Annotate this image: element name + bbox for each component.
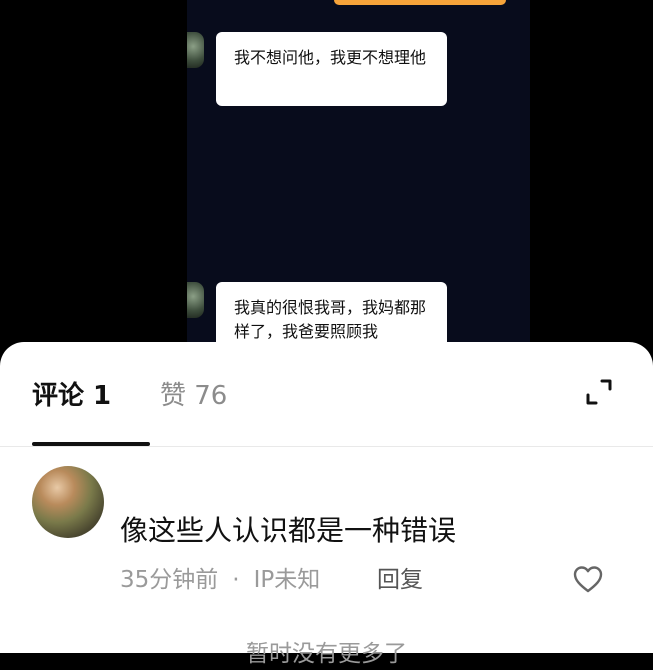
tab-comments[interactable]: 评论 1 bbox=[32, 378, 111, 414]
heart-icon[interactable] bbox=[572, 564, 604, 594]
chat-bubble-orange bbox=[334, 0, 506, 5]
chat-screenshot: 我不想问他，我更不想理他 我真的很恨我哥，我妈都那样了，我爸要照顾我 bbox=[187, 0, 530, 360]
chat-avatar bbox=[187, 282, 204, 318]
video-player[interactable]: 我不想问他，我更不想理他 我真的很恨我哥，我妈都那样了，我爸要照顾我 bbox=[0, 0, 653, 360]
comment-meta: 35分钟前 · IP未知 bbox=[120, 564, 320, 596]
tab-likes[interactable]: 赞 76 bbox=[160, 378, 227, 414]
expand-icon[interactable] bbox=[585, 378, 613, 406]
comment-time: 35分钟前 bbox=[120, 567, 219, 593]
divider bbox=[0, 446, 653, 447]
chat-avatar bbox=[187, 32, 204, 68]
comment-location: IP未知 bbox=[253, 567, 321, 593]
chat-bubble: 我不想问他，我更不想理他 bbox=[216, 32, 447, 106]
no-more-text: 暂时没有更多了 bbox=[246, 641, 407, 667]
chat-message-text: 我不想问他，我更不想理他 bbox=[234, 48, 427, 67]
avatar[interactable] bbox=[32, 466, 104, 538]
meta-separator: · bbox=[232, 567, 240, 593]
comment-text: 像这些人认识都是一种错误 bbox=[120, 514, 457, 547]
reply-button[interactable]: 回复 bbox=[377, 564, 423, 596]
chat-message-text: 我真的很恨我哥，我妈都那样了，我爸要照顾我 bbox=[234, 298, 427, 341]
comments-sheet: 评论 1 赞 76 像这些人认识都是一种错误 35分钟前 · IP未知 回复 暂时没… bbox=[0, 342, 653, 667]
